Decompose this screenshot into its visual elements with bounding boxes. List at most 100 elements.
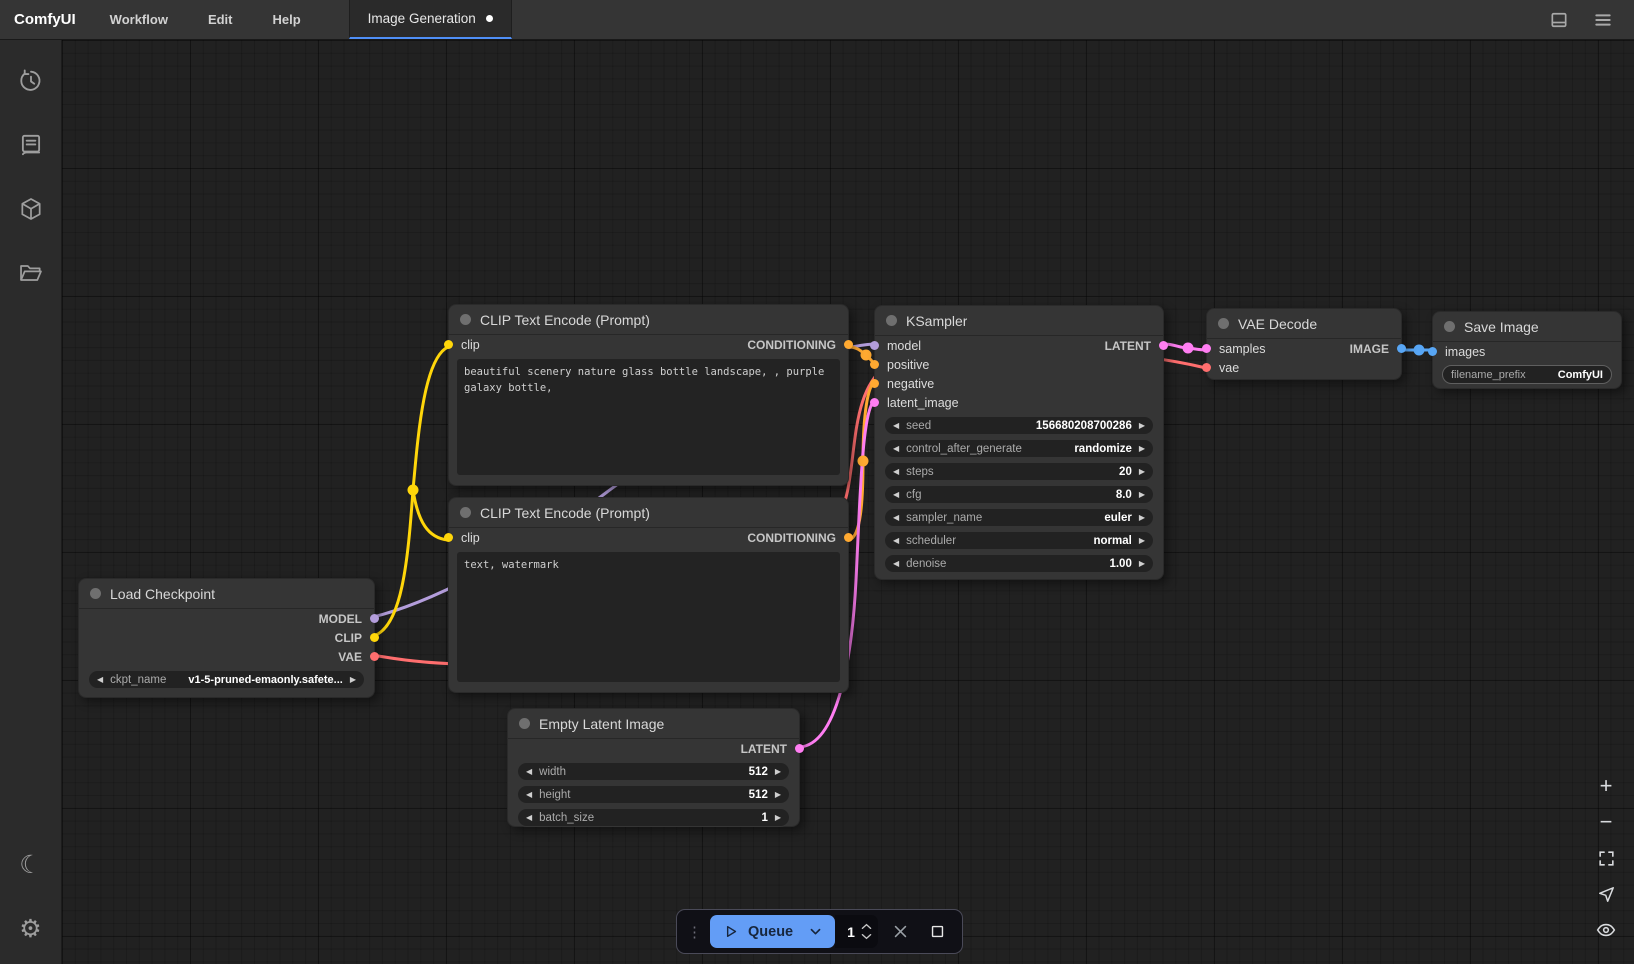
- toggle-visibility-eye-icon[interactable]: [1592, 916, 1620, 944]
- node-header[interactable]: Empty Latent Image: [508, 709, 799, 739]
- bottom-panel-toggle-icon[interactable]: [1542, 5, 1576, 35]
- theme-toggle-moon-icon[interactable]: ☾: [8, 842, 54, 888]
- decrement-arrow-icon[interactable]: ◀: [526, 814, 532, 822]
- increment-arrow-icon[interactable]: ▶: [1139, 422, 1145, 430]
- menu-help[interactable]: Help: [253, 0, 321, 39]
- node-vae-decode[interactable]: VAE Decode samples IMAGE vae: [1206, 308, 1402, 380]
- widget-steps[interactable]: ◀ steps 20 ▶: [884, 462, 1154, 481]
- increment-arrow-icon[interactable]: ▶: [775, 791, 781, 799]
- collapse-dot[interactable]: [1218, 318, 1229, 329]
- collapse-dot[interactable]: [519, 718, 530, 729]
- node-header[interactable]: Load Checkpoint: [79, 579, 374, 609]
- widget-scheduler[interactable]: ◀ scheduler normal ▶: [884, 531, 1154, 550]
- collapse-dot[interactable]: [460, 314, 471, 325]
- output-slot-conditioning[interactable]: [844, 533, 853, 542]
- input-slot-samples[interactable]: [1202, 344, 1211, 353]
- increment-arrow-icon[interactable]: ▶: [1139, 560, 1145, 568]
- reroute-dot-clip[interactable]: [408, 485, 419, 496]
- input-slot-images[interactable]: [1428, 347, 1437, 356]
- input-slot-clip[interactable]: [444, 533, 453, 542]
- decrement-arrow-icon[interactable]: ◀: [893, 422, 899, 430]
- step-up-icon[interactable]: [861, 923, 872, 930]
- output-slot-conditioning[interactable]: [844, 340, 853, 349]
- increment-arrow-icon[interactable]: ▶: [1139, 491, 1145, 499]
- decrement-arrow-icon[interactable]: ◀: [526, 791, 532, 799]
- input-slot-negative[interactable]: [870, 379, 879, 388]
- decrement-arrow-icon[interactable]: ◀: [893, 514, 899, 522]
- node-save-image[interactable]: Save Image images filename_prefix ComfyU…: [1432, 311, 1622, 389]
- hamburger-menu-icon[interactable]: [1586, 5, 1620, 35]
- node-clip-text-encode-negative[interactable]: CLIP Text Encode (Prompt) clip CONDITION…: [448, 497, 849, 693]
- widget-height[interactable]: ◀ height 512 ▶: [517, 785, 790, 804]
- step-down-icon[interactable]: [861, 933, 872, 940]
- node-header[interactable]: KSampler: [875, 306, 1163, 336]
- positive-prompt-textarea[interactable]: beautiful scenery nature glass bottle la…: [457, 359, 840, 475]
- zoom-in-icon[interactable]: +: [1592, 772, 1620, 800]
- fit-view-icon[interactable]: [1592, 844, 1620, 872]
- output-slot-vae[interactable]: [370, 652, 379, 661]
- increment-arrow-icon[interactable]: ▶: [1139, 537, 1145, 545]
- stop-interrupt-icon[interactable]: [924, 918, 952, 946]
- input-slot-clip[interactable]: [444, 340, 453, 349]
- output-slot-latent[interactable]: [1159, 341, 1168, 350]
- node-empty-latent-image[interactable]: Empty Latent Image LATENT ◀ width 512 ▶ …: [507, 708, 800, 827]
- increment-arrow-icon[interactable]: ▶: [775, 768, 781, 776]
- reroute-dot-image[interactable]: [1414, 345, 1425, 356]
- select-mode-arrow-icon[interactable]: [1592, 880, 1620, 908]
- node-canvas[interactable]: Load Checkpoint MODEL CLIP VAE ◀ ckpt_na…: [62, 40, 1634, 964]
- node-clip-text-encode-positive[interactable]: CLIP Text Encode (Prompt) clip CONDITION…: [448, 304, 849, 486]
- decrement-arrow-icon[interactable]: ◀: [893, 560, 899, 568]
- input-slot-positive[interactable]: [870, 360, 879, 369]
- input-slot-latent-image[interactable]: [870, 398, 879, 407]
- node-header[interactable]: CLIP Text Encode (Prompt): [449, 305, 848, 335]
- decrement-arrow-icon[interactable]: ◀: [893, 491, 899, 499]
- increment-arrow-icon[interactable]: ▶: [1139, 468, 1145, 476]
- increment-arrow-icon[interactable]: ▶: [1139, 514, 1145, 522]
- collapse-dot[interactable]: [90, 588, 101, 599]
- menu-workflow[interactable]: Workflow: [90, 0, 188, 39]
- collapse-dot[interactable]: [1444, 321, 1455, 332]
- negative-prompt-textarea[interactable]: text, watermark: [457, 552, 840, 682]
- output-slot-image[interactable]: [1397, 344, 1406, 353]
- node-library-icon[interactable]: [8, 122, 54, 168]
- widget-seed[interactable]: ◀ seed 156680208700286 ▶: [884, 416, 1154, 435]
- queue-history-icon[interactable]: [8, 58, 54, 104]
- decrement-arrow-icon[interactable]: ◀: [97, 676, 103, 684]
- clear-queue-icon[interactable]: [887, 918, 915, 946]
- widget-ckpt-name[interactable]: ◀ ckpt_name v1-5-pruned-emaonly.safete..…: [88, 670, 365, 689]
- increment-arrow-icon[interactable]: ▶: [1139, 445, 1145, 453]
- drag-handle-icon[interactable]: ⋮: [687, 923, 701, 941]
- zoom-out-icon[interactable]: −: [1592, 808, 1620, 836]
- widget-width[interactable]: ◀ width 512 ▶: [517, 762, 790, 781]
- node-header[interactable]: Save Image: [1433, 312, 1621, 342]
- widget-control-after-generate[interactable]: ◀ control_after_generate randomize ▶: [884, 439, 1154, 458]
- widget-batch-size[interactable]: ◀ batch_size 1 ▶: [517, 808, 790, 827]
- decrement-arrow-icon[interactable]: ◀: [526, 768, 532, 776]
- menu-edit[interactable]: Edit: [188, 0, 253, 39]
- settings-gear-icon[interactable]: ⚙: [8, 906, 54, 952]
- workflows-folder-icon[interactable]: [8, 250, 54, 296]
- decrement-arrow-icon[interactable]: ◀: [893, 537, 899, 545]
- output-slot-model[interactable]: [370, 614, 379, 623]
- chevron-down-icon[interactable]: [808, 924, 823, 939]
- increment-arrow-icon[interactable]: ▶: [775, 814, 781, 822]
- node-header[interactable]: CLIP Text Encode (Prompt): [449, 498, 848, 528]
- collapse-dot[interactable]: [886, 315, 897, 326]
- output-slot-latent[interactable]: [795, 744, 804, 753]
- output-slot-clip[interactable]: [370, 633, 379, 642]
- reroute-dot-positive[interactable]: [861, 350, 872, 361]
- reroute-dot-negative[interactable]: [858, 456, 869, 467]
- input-slot-model[interactable]: [870, 341, 879, 350]
- increment-arrow-icon[interactable]: ▶: [350, 676, 356, 684]
- widget-denoise[interactable]: ◀ denoise 1.00 ▶: [884, 554, 1154, 573]
- model-library-icon[interactable]: [8, 186, 54, 232]
- collapse-dot[interactable]: [460, 507, 471, 518]
- decrement-arrow-icon[interactable]: ◀: [893, 445, 899, 453]
- decrement-arrow-icon[interactable]: ◀: [893, 468, 899, 476]
- input-slot-vae[interactable]: [1202, 363, 1211, 372]
- tab-image-generation[interactable]: Image Generation: [349, 0, 512, 39]
- widget-filename-prefix[interactable]: filename_prefix ComfyUI: [1442, 365, 1612, 384]
- batch-count-input[interactable]: 1: [835, 915, 878, 948]
- queue-button[interactable]: Queue: [710, 915, 835, 948]
- node-ksampler[interactable]: KSampler model LATENT positive negative …: [874, 305, 1164, 580]
